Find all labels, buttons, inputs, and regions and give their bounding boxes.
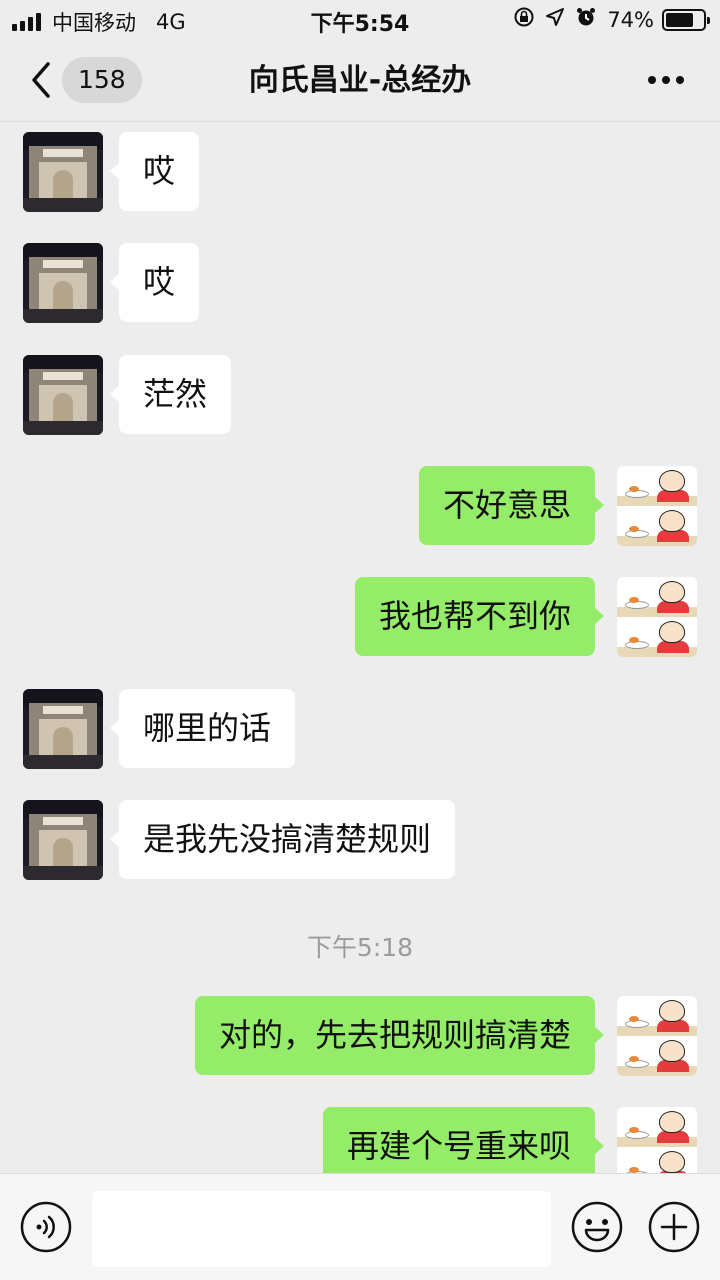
- message-row: 不好意思: [0, 466, 720, 546]
- message-bubble[interactable]: 哎: [109, 243, 200, 322]
- message-bubble[interactable]: 不好意思: [418, 466, 605, 545]
- battery-percent: 74%: [607, 7, 654, 32]
- contact-avatar[interactable]: [23, 689, 103, 769]
- message-row: 茫然: [0, 355, 720, 435]
- voice-icon[interactable]: [20, 1201, 72, 1253]
- status-bar: 中国移动 4G 下午5:54 74%: [0, 0, 720, 40]
- user-avatar[interactable]: [617, 466, 697, 546]
- chat-area[interactable]: 哎 哎 茫然 不好意思 我也帮不到你 哪里的话 是我先没搞清楚规则 下午5:18…: [0, 123, 720, 1173]
- nav-bar: 158 向氏昌业-总经办: [0, 40, 720, 122]
- message-bubble[interactable]: 对的，先去把规则搞清楚: [194, 996, 605, 1075]
- plus-icon[interactable]: [648, 1201, 700, 1253]
- alarm-icon: [575, 6, 597, 33]
- rotation-lock-icon: [513, 6, 535, 33]
- message-row: 再建个号重来呗: [0, 1107, 720, 1173]
- input-bar: [0, 1173, 720, 1280]
- location-icon: [545, 7, 565, 32]
- chat-title: 向氏昌业-总经办: [248, 63, 472, 98]
- user-avatar[interactable]: [617, 996, 697, 1076]
- message-bubble[interactable]: 哎: [109, 132, 200, 211]
- message-row: 哎: [0, 132, 720, 212]
- message-row: 是我先没搞清楚规则: [0, 800, 720, 880]
- more-dots-icon[interactable]: [648, 70, 684, 90]
- user-avatar[interactable]: [617, 1107, 697, 1173]
- contact-avatar[interactable]: [23, 355, 103, 435]
- battery-fill: [666, 12, 693, 27]
- contact-avatar[interactable]: [23, 132, 103, 212]
- message-bubble[interactable]: 是我先没搞清楚规则: [109, 800, 456, 879]
- contact-avatar[interactable]: [23, 800, 103, 880]
- user-avatar[interactable]: [617, 577, 697, 657]
- message-row: 哪里的话: [0, 689, 720, 769]
- message-row: 哎: [0, 243, 720, 323]
- message-input[interactable]: [92, 1191, 551, 1267]
- chevron-left-icon[interactable]: [26, 60, 56, 100]
- message-timestamp: 下午5:18: [306, 933, 414, 962]
- message-row: 对的，先去把规则搞清楚: [0, 996, 720, 1076]
- message-bubble[interactable]: 茫然: [109, 355, 232, 434]
- message-row: 我也帮不到你: [0, 577, 720, 657]
- status-right: 74%: [503, 6, 710, 33]
- battery-icon: [662, 8, 710, 31]
- message-bubble[interactable]: 再建个号重来呗: [322, 1107, 605, 1173]
- message-bubble[interactable]: 哪里的话: [109, 689, 296, 768]
- message-bubble[interactable]: 我也帮不到你: [354, 577, 605, 656]
- emoji-icon[interactable]: [571, 1201, 623, 1253]
- contact-avatar[interactable]: [23, 243, 103, 323]
